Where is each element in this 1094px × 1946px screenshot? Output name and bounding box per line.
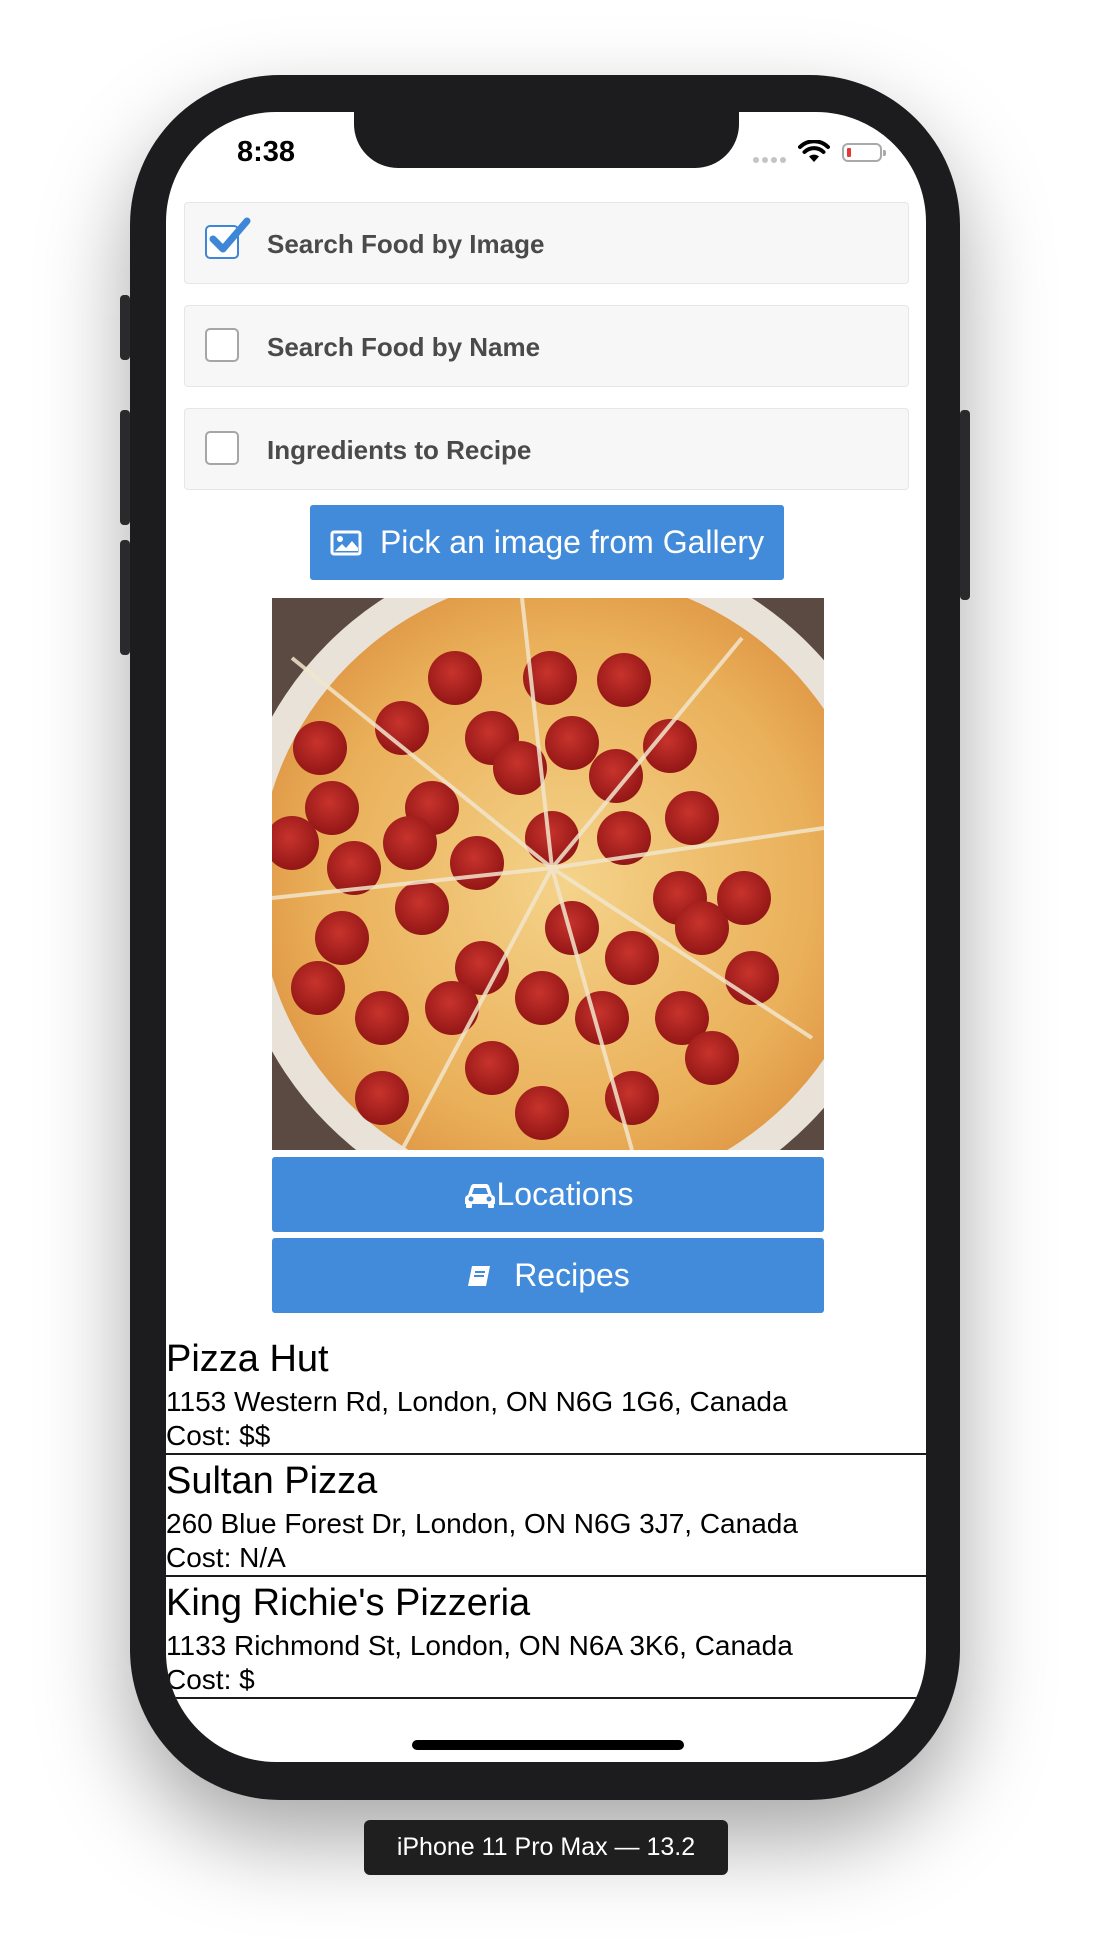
- pepperoni-slice: [428, 651, 482, 705]
- option-search-by-image[interactable]: Search Food by Image: [184, 202, 909, 284]
- result-item[interactable]: Sultan Pizza 260 Blue Forest Dr, London,…: [166, 1459, 926, 1577]
- silent-switch: [120, 295, 130, 360]
- pepperoni-slice: [589, 749, 643, 803]
- pepperoni-slice: [545, 716, 599, 770]
- volume-up-button: [120, 410, 130, 525]
- status-time: 8:38: [237, 136, 296, 168]
- pepperoni-slice: [383, 816, 437, 870]
- option-label: Search Food by Image: [267, 229, 545, 259]
- checkbox-icon[interactable]: [205, 431, 239, 465]
- pick-image-button-label: Pick an image from Gallery: [379, 524, 765, 560]
- result-name: Sultan Pizza: [166, 1460, 378, 1502]
- pepperoni-slice: [545, 901, 599, 955]
- notch: [354, 112, 739, 168]
- selected-food-image: [272, 598, 824, 1150]
- home-indicator[interactable]: [412, 1740, 684, 1750]
- pepperoni-slice: [575, 991, 629, 1045]
- volume-down-button: [120, 540, 130, 655]
- option-search-by-name[interactable]: Search Food by Name: [184, 305, 909, 387]
- result-item[interactable]: Pizza Hut 1153 Western Rd, London, ON N6…: [166, 1337, 926, 1455]
- pepperoni-slice: [425, 981, 479, 1035]
- pepperoni-slice: [665, 791, 719, 845]
- recipes-button-label: Recipes: [514, 1257, 630, 1293]
- result-address: 260 Blue Forest Dr, London, ON N6G 3J7, …: [166, 1508, 798, 1539]
- result-cost: Cost: N/A: [166, 1542, 286, 1573]
- result-name: King Richie's Pizzeria: [166, 1582, 531, 1624]
- pepperoni-slice: [355, 1071, 409, 1125]
- pepperoni-slice: [515, 971, 569, 1025]
- pepperoni-slice: [685, 1031, 739, 1085]
- pepperoni-slice: [315, 911, 369, 965]
- phone-screen: 8:38 Search Food by Image Search Food by…: [166, 112, 926, 1762]
- result-name: Pizza Hut: [166, 1338, 329, 1380]
- option-ingredients-to-recipe[interactable]: Ingredients to Recipe: [184, 408, 909, 490]
- cellular-signal-icon: [753, 157, 786, 163]
- pepperoni-slice: [515, 1086, 569, 1140]
- locations-button-label: Locations: [496, 1176, 634, 1212]
- checkbox-checked-icon[interactable]: [205, 217, 251, 259]
- pepperoni-slice: [597, 653, 651, 707]
- pepperoni-slice: [293, 721, 347, 775]
- power-button: [960, 410, 970, 600]
- result-address: 1133 Richmond St, London, ON N6A 3K6, Ca…: [166, 1630, 793, 1661]
- car-icon: [464, 1183, 495, 1208]
- image-icon: [330, 530, 362, 555]
- pepperoni-slice: [675, 901, 729, 955]
- option-label: Ingredients to Recipe: [267, 435, 532, 465]
- result-item[interactable]: King Richie's Pizzeria 1133 Richmond St,…: [166, 1581, 926, 1699]
- pepperoni-slice: [291, 961, 345, 1015]
- pepperoni-slice: [395, 881, 449, 935]
- pick-image-button[interactable]: Pick an image from Gallery: [310, 505, 784, 580]
- pepperoni-slice: [465, 1041, 519, 1095]
- locations-button[interactable]: Locations: [272, 1157, 824, 1232]
- battery-icon: [842, 143, 886, 162]
- recipes-button[interactable]: Recipes: [272, 1238, 824, 1313]
- pepperoni-slice: [355, 991, 409, 1045]
- pepperoni-slice: [605, 931, 659, 985]
- wifi-icon: [798, 140, 830, 162]
- checkbox-icon[interactable]: [205, 328, 239, 362]
- result-cost: Cost: $$: [166, 1420, 271, 1451]
- result-address: 1153 Western Rd, London, ON N6G 1G6, Can…: [166, 1386, 788, 1417]
- result-cost: Cost: $: [166, 1664, 255, 1695]
- book-icon: [468, 1265, 491, 1286]
- option-label: Search Food by Name: [267, 332, 541, 362]
- device-caption: iPhone 11 Pro Max — 13.2: [364, 1820, 728, 1875]
- pepperoni-slice: [450, 836, 504, 890]
